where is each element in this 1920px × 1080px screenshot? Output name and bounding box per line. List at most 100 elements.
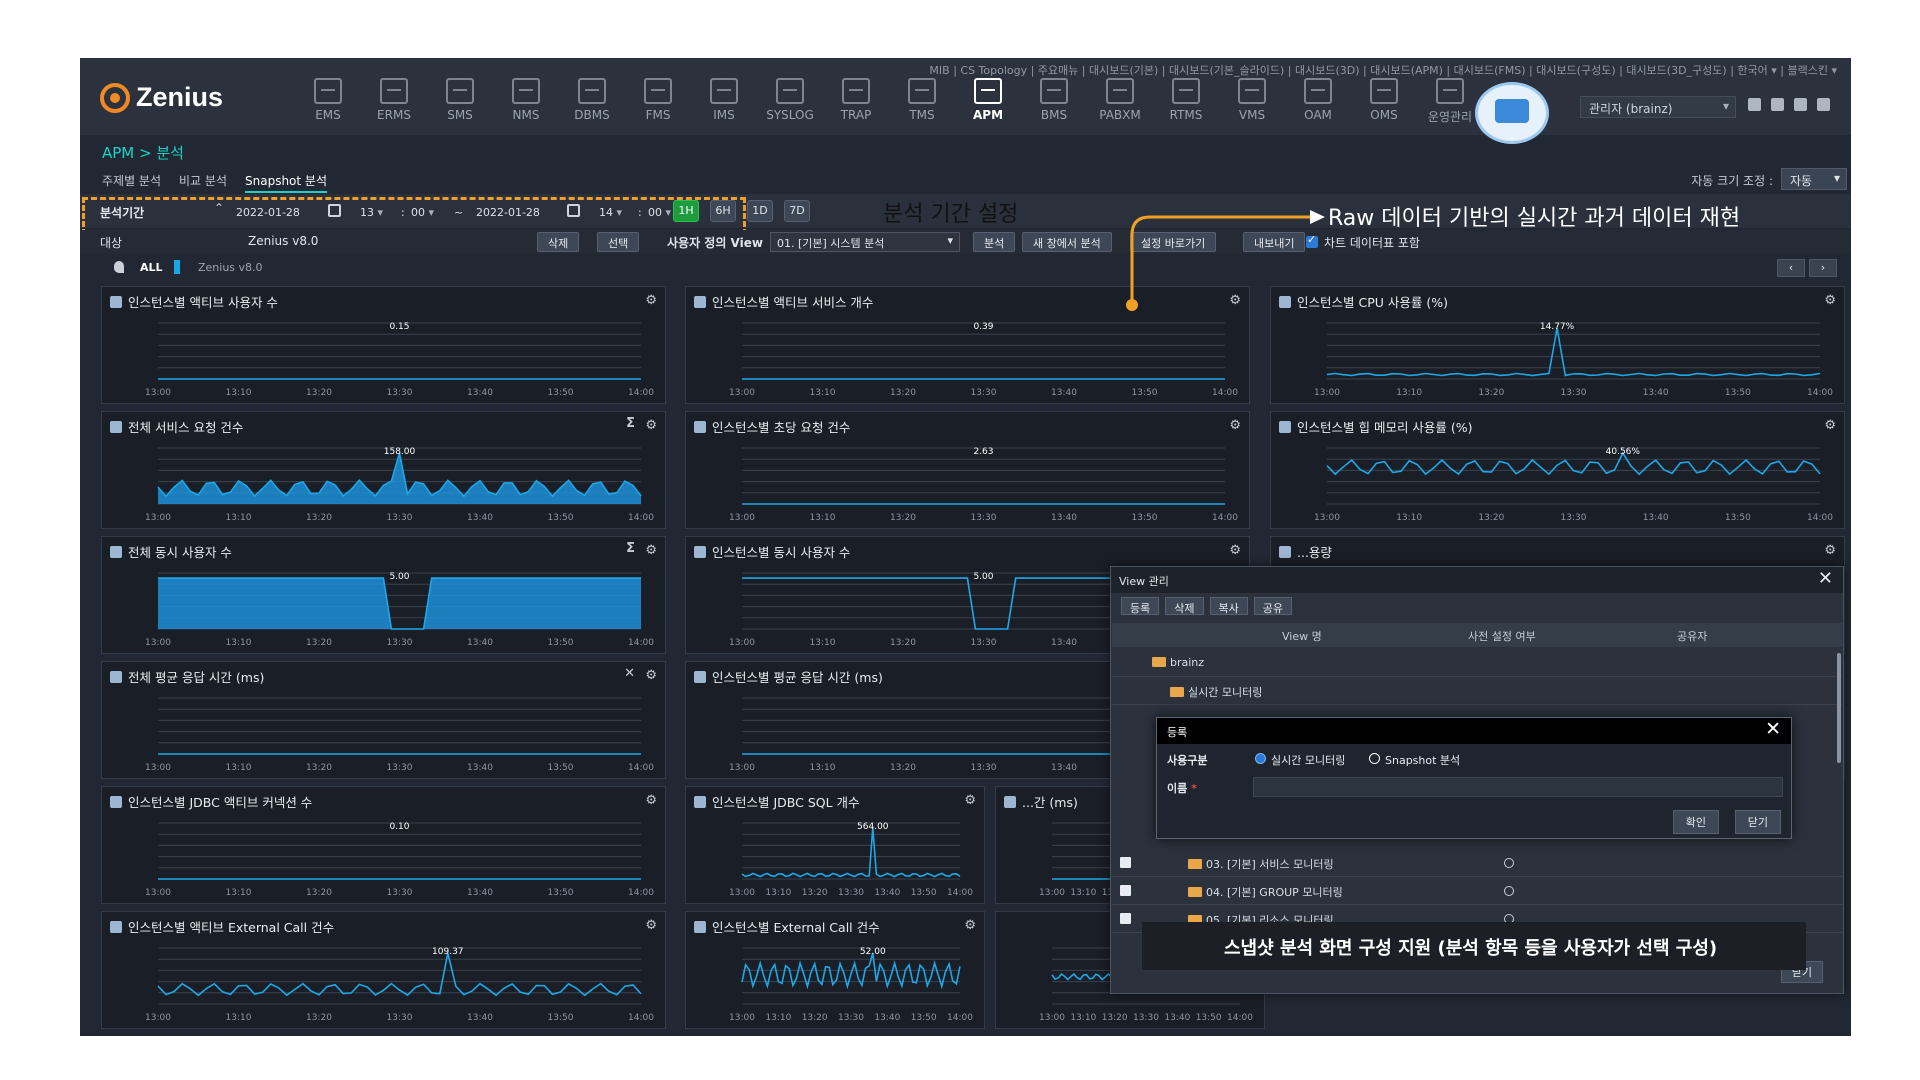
module-label: TMS — [909, 108, 935, 122]
help-icon[interactable] — [1794, 98, 1807, 111]
x-tick-label: 13:30 — [1561, 388, 1587, 398]
scrollbar[interactable] — [1837, 653, 1841, 763]
module-icon — [1172, 78, 1200, 104]
tab-0[interactable]: 주제별 분석 — [102, 172, 161, 193]
sum-icon[interactable]: Σ — [626, 416, 635, 431]
logo[interactable]: Zenius — [100, 82, 223, 113]
line-chart: 13:00 13:10 13:20 13:30 13:40 13:50 14:00 0.15 — [145, 322, 654, 398]
view-select[interactable]: 01. [기본] 시스템 분석 — [770, 232, 960, 252]
all-filter[interactable]: ALL — [140, 261, 163, 274]
module-vms[interactable]: VMS — [1219, 78, 1285, 125]
module-icon — [1238, 78, 1266, 104]
gear-icon[interactable]: ⚙ — [1229, 418, 1241, 433]
module-ims[interactable]: IMS — [691, 78, 757, 125]
view-row[interactable]: brainz — [1112, 649, 1842, 677]
gear-icon[interactable]: ⚙ — [964, 918, 976, 933]
view-row-name: 실시간 모니터링 — [1170, 684, 1262, 700]
module-nms[interactable]: NMS — [493, 78, 559, 125]
tab-2[interactable]: Snapshot 분석 — [245, 172, 327, 193]
select-button[interactable]: 선택 — [597, 232, 640, 252]
range-1d-button[interactable]: 1D — [747, 200, 773, 222]
view-toolbar-button[interactable]: 공유 — [1253, 597, 1292, 615]
gear-icon[interactable]: ⚙ — [645, 668, 657, 683]
user-icon[interactable] — [1748, 98, 1761, 111]
sum-icon[interactable]: Σ — [626, 541, 635, 556]
module-label: PABXM — [1099, 108, 1141, 122]
bell-icon[interactable] — [1817, 98, 1830, 111]
module-oam[interactable]: OAM — [1285, 78, 1351, 125]
view-toolbar-button[interactable]: 삭제 — [1165, 597, 1204, 615]
gear-icon[interactable]: ⚙ — [645, 918, 657, 933]
new-window-button[interactable]: 새 창에서 분석 — [1022, 232, 1112, 252]
module-syslog[interactable]: SYSLOG — [757, 78, 823, 125]
top-links[interactable]: MIB | CS Topology | 주요매뉴 | 대시보드(기본) | 대시… — [929, 62, 1837, 78]
gear-icon[interactable]: ⚙ — [645, 293, 657, 308]
user-dropdown[interactable]: 관리자 (brainz) — [1580, 96, 1736, 118]
module-dbms[interactable]: DBMS — [559, 78, 625, 125]
gear-icon[interactable]: ⚙ — [1824, 293, 1836, 308]
view-toolbar-button[interactable]: 복사 — [1209, 597, 1248, 615]
x-tick-label: 13:50 — [1132, 388, 1158, 398]
confirm-button[interactable]: 확인 — [1672, 810, 1719, 834]
view-row[interactable]: 04. [기본] GROUP 모니터링 — [1112, 877, 1842, 905]
pin-icon[interactable] — [114, 261, 124, 273]
line-chart: 13:00 13:10 13:20 13:30 13:40 13:50 14:00 — [145, 697, 654, 773]
panel-title: 전체 동시 사용자 수 — [110, 542, 232, 561]
lock-icon[interactable] — [1771, 98, 1784, 111]
row-checkbox[interactable] — [1120, 913, 1131, 924]
next-button[interactable]: › — [1809, 259, 1837, 277]
panel-title: 인스턴스별 동시 사용자 수 — [694, 542, 850, 561]
instance-filter[interactable]: Zenius v8.0 — [198, 261, 263, 274]
module-ems[interactable]: EMS — [295, 78, 361, 125]
module-rtms[interactable]: RTMS — [1153, 78, 1219, 125]
radio-realtime[interactable] — [1255, 753, 1266, 764]
module-tms[interactable]: TMS — [889, 78, 955, 125]
module-apm[interactable]: APM — [955, 78, 1021, 125]
radio-snapshot[interactable] — [1369, 753, 1380, 764]
gear-icon[interactable]: ⚙ — [964, 793, 976, 808]
module-erms[interactable]: ERMS — [361, 78, 427, 125]
view-toolbar-button[interactable]: 등록 — [1121, 597, 1160, 615]
module-icon — [1106, 78, 1134, 104]
chart-panel: 인스턴스별 힙 메모리 사용률 (%) ⚙ 13:00 13:10 13:20 13:30… — [1270, 411, 1845, 529]
gear-icon[interactable]: ⚙ — [1824, 543, 1836, 558]
view-row[interactable]: 03. [기본] 서비스 모니터링 — [1112, 849, 1842, 877]
close-icon[interactable]: ✕ — [1818, 568, 1833, 589]
close-icon[interactable]: ✕ — [1765, 718, 1781, 740]
row-checkbox[interactable] — [1120, 857, 1131, 868]
gear-icon[interactable]: ⚙ — [645, 793, 657, 808]
module-sms[interactable]: SMS — [427, 78, 493, 125]
row-checkbox[interactable] — [1120, 885, 1131, 896]
x-tick-label: 13:30 — [1561, 513, 1587, 523]
register-close-button[interactable]: 닫기 — [1734, 810, 1781, 834]
x-tick-label: 13:50 — [911, 888, 937, 898]
module-bms[interactable]: BMS — [1021, 78, 1087, 125]
module-운영관리[interactable]: 운영관리 — [1417, 78, 1483, 125]
x-tick-label: 13:00 — [729, 388, 755, 398]
analyze-button[interactable]: 분석 — [973, 232, 1016, 252]
sum-off-icon[interactable]: ✕ — [624, 666, 635, 681]
view-row[interactable]: 실시간 모니터링 — [1112, 677, 1842, 705]
module-trap[interactable]: TRAP — [823, 78, 889, 125]
module-fms[interactable]: FMS — [625, 78, 691, 125]
chart-area: 13:00 13:10 13:20 13:30 13:40 13:50 14:00 109.3… — [108, 938, 659, 1024]
prev-button[interactable]: ‹ — [1777, 259, 1805, 277]
name-input[interactable] — [1253, 777, 1783, 797]
module-label: OAM — [1304, 108, 1332, 122]
line-chart: 13:00 13:10 13:20 13:30 13:40 13:50 14:00 14.77… — [1314, 322, 1833, 398]
chart-panel: 인스턴스별 JDBC SQL 개수 ⚙ 13:00 13:10 13:20 13:30 13… — [685, 786, 985, 904]
gear-icon[interactable]: ⚙ — [645, 543, 657, 558]
gear-icon[interactable]: ⚙ — [1229, 543, 1241, 558]
chart-area: 13:00 13:10 13:20 13:30 13:40 13:50 14:00 40.56… — [1277, 438, 1838, 524]
x-tick-label: 13:30 — [971, 763, 997, 773]
gear-icon[interactable]: ⚙ — [1824, 418, 1836, 433]
chart-panel: 인스턴스별 액티브 External Call 건수 ⚙ 13:00 13:10 13:… — [101, 911, 666, 1029]
delete-button[interactable]: 삭제 — [537, 232, 580, 252]
tab-1[interactable]: 비교 분석 — [179, 172, 227, 193]
auto-size-select[interactable]: 자동 — [1781, 168, 1847, 190]
gear-icon[interactable]: ⚙ — [645, 418, 657, 433]
x-tick-label: 13:10 — [1070, 1013, 1096, 1023]
module-pabxm[interactable]: PABXM — [1087, 78, 1153, 125]
module-oms[interactable]: OMS — [1351, 78, 1417, 125]
range-7d-button[interactable]: 7D — [784, 200, 810, 222]
